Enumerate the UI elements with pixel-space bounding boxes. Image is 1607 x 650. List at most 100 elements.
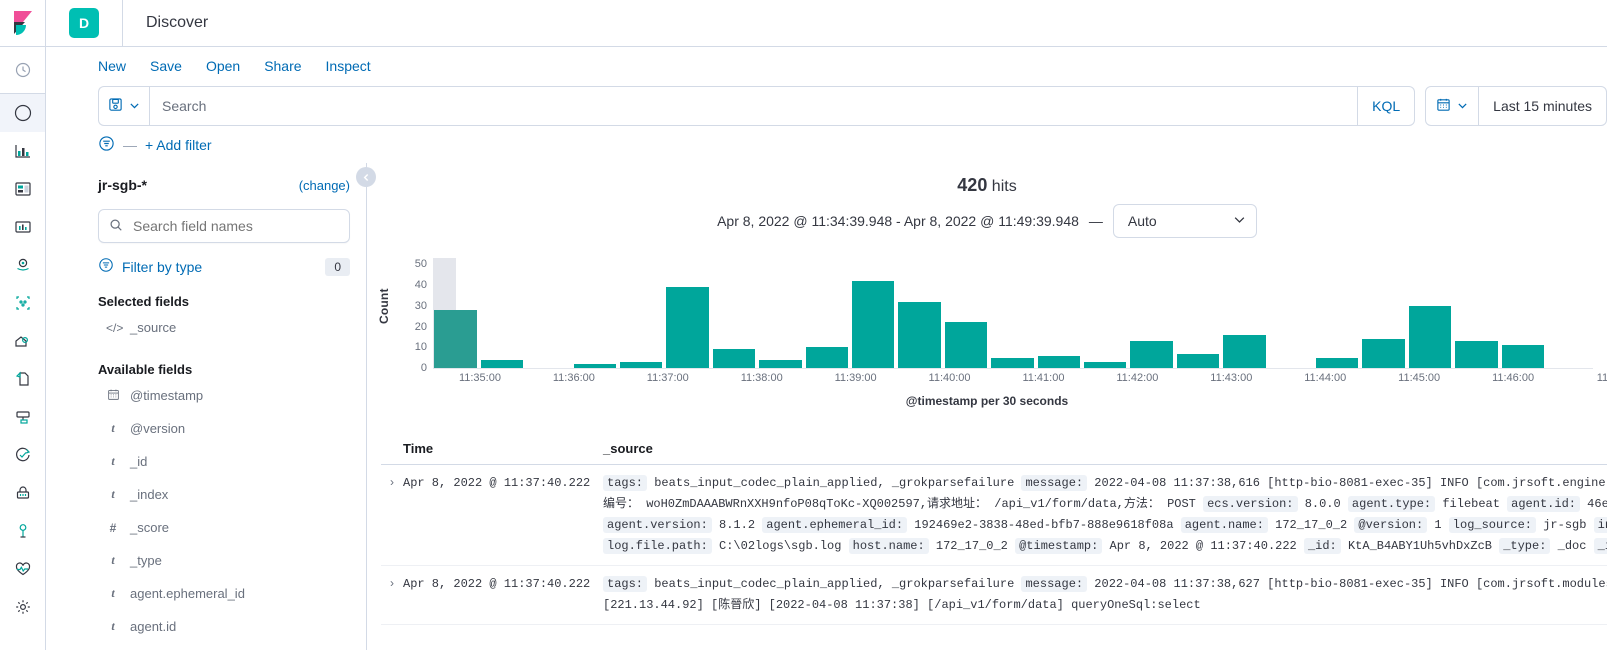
chart-bar[interactable]: [944, 322, 988, 368]
index-pattern-name[interactable]: jr-sgb-*: [98, 177, 147, 193]
sidebar-item-apm[interactable]: [0, 398, 45, 436]
chart-bar[interactable]: [851, 280, 895, 368]
source-field-key: host.name:: [848, 538, 929, 554]
date-quick-select-button[interactable]: [1426, 87, 1480, 125]
sidebar-item-uptime[interactable]: [0, 436, 45, 474]
field-item-timestamp[interactable]: @timestamp: [98, 379, 350, 412]
chart-plot-area: [433, 254, 1593, 369]
selected-fields-title: Selected fields: [98, 294, 190, 309]
app-badge: D: [69, 8, 99, 38]
chart-bar[interactable]: [1455, 341, 1498, 368]
histogram-chart[interactable]: Count 0 10 20 30 40 50 11:35:00 11:36:00 11:37:…: [367, 246, 1607, 431]
sidebar-item-logs[interactable]: [0, 360, 45, 398]
kibana-logo[interactable]: [0, 0, 45, 47]
app-header: D Discover: [46, 0, 1607, 47]
chart-bar[interactable]: [434, 309, 477, 368]
sidebar-item-dev-tools[interactable]: [0, 512, 45, 550]
field-item-source[interactable]: </> _source: [98, 311, 350, 344]
filter-by-type-row[interactable]: Filter by type 0: [98, 257, 350, 276]
table-row[interactable]: › Apr 8, 2022 @ 11:37:40.222 tags: beats_i…: [381, 566, 1607, 625]
action-open[interactable]: Open: [206, 58, 240, 74]
chart-bar[interactable]: [898, 301, 941, 368]
time-range-text: Apr 8, 2022 @ 11:34:39.948 - Apr 8, 2022…: [717, 213, 1079, 229]
source-field-key: agent.version:: [603, 517, 712, 533]
saved-query-button[interactable]: [98, 86, 149, 126]
chart-y-tick: 40: [414, 279, 427, 292]
chart-bar[interactable]: [480, 359, 524, 368]
field-item-agent-ephemeral-id[interactable]: t agent.ephemeral_id: [98, 577, 350, 610]
field-item-score[interactable]: # _score: [98, 511, 350, 544]
sidebar-item-visualize[interactable]: [0, 132, 45, 170]
source-field-key: @timestamp:: [1015, 538, 1103, 554]
source-field-key: agent.id:: [1507, 496, 1580, 512]
chart-bar[interactable]: [1501, 345, 1544, 368]
chart-x-ticks: 11:35:00 11:36:00 11:37:00 11:38:00 11:39:00…: [433, 372, 1607, 392]
field-label: agent.ephemeral_id: [130, 586, 245, 601]
action-inspect[interactable]: Inspect: [326, 58, 371, 74]
chart-bar[interactable]: [666, 287, 709, 368]
sidebar-item-management[interactable]: [0, 588, 45, 626]
collapse-sidebar-button[interactable]: [356, 167, 376, 187]
chart-bar[interactable]: [712, 349, 756, 368]
action-share[interactable]: Share: [264, 58, 301, 74]
chart-bar[interactable]: [1083, 361, 1127, 368]
source-field-value: 192469e2-3838-48ed-bfb7-888e9618f08a: [907, 518, 1181, 532]
field-label: @timestamp: [130, 388, 204, 403]
source-field-key: agent.type:: [1347, 496, 1436, 512]
chart-bar[interactable]: [805, 347, 848, 368]
field-item-id[interactable]: t _id: [98, 445, 350, 478]
sidebar-item-security[interactable]: [0, 474, 45, 512]
filter-icon[interactable]: [98, 135, 115, 155]
main-column: D Discover New Save Open Share Inspect S…: [46, 0, 1607, 650]
action-save[interactable]: Save: [150, 58, 182, 74]
action-new[interactable]: New: [98, 58, 126, 74]
field-search-box[interactable]: [98, 209, 350, 243]
row-time: Apr 8, 2022 @ 11:37:40.222: [403, 577, 591, 591]
field-search-input[interactable]: [131, 217, 339, 235]
source-field-value: 8.0.0: [1297, 497, 1348, 511]
sidebar-item-maps[interactable]: [0, 246, 45, 284]
source-field-value: [221.13.44.92] [陈晉欣] [2022-04-08 11:37:3…: [603, 598, 1201, 612]
query-language-button[interactable]: KQL: [1358, 86, 1416, 126]
chart-bar[interactable]: [1223, 334, 1266, 368]
string-field-icon: t: [111, 619, 115, 633]
add-filter-button[interactable]: + Add filter: [145, 137, 212, 153]
field-item-agent-id[interactable]: t agent.id: [98, 610, 350, 643]
chart-bar[interactable]: [1037, 355, 1080, 368]
chart-bar[interactable]: [1408, 305, 1452, 368]
field-item-version[interactable]: t @version: [98, 412, 350, 445]
sidebar-item-infrastructure[interactable]: [0, 322, 45, 360]
string-field-icon: t: [111, 586, 115, 600]
sidebar-item-machine-learning[interactable]: [0, 284, 45, 322]
field-item-index[interactable]: t _index: [98, 478, 350, 511]
date-range-display[interactable]: Last 15 minutes: [1479, 87, 1606, 125]
chart-x-tick: 11:35:00: [458, 372, 501, 384]
chart-bar[interactable]: [991, 357, 1034, 368]
expand-row-icon[interactable]: ›: [381, 574, 403, 616]
interval-select[interactable]: Auto: [1112, 204, 1257, 238]
sidebar-item-canvas[interactable]: [0, 208, 45, 246]
chart-bar[interactable]: [1176, 353, 1220, 368]
sidebar-item-monitoring[interactable]: [0, 550, 45, 588]
field-item-type[interactable]: t _type: [98, 544, 350, 577]
interval-value: Auto: [1127, 213, 1157, 229]
source-field-key: tags:: [603, 576, 648, 592]
save-icon: [108, 97, 123, 115]
expand-row-icon[interactable]: ›: [381, 473, 403, 557]
chart-bar[interactable]: [759, 359, 802, 368]
search-input[interactable]: Search: [149, 86, 1359, 126]
chart-bar[interactable]: [1315, 357, 1359, 368]
chart-bar[interactable]: [1362, 338, 1405, 368]
chart-bar[interactable]: [1130, 341, 1173, 368]
source-line: agent.version: 8.1.2 agent.ephemeral_id:…: [603, 515, 1607, 536]
chart-x-tick: 11:41:00: [1022, 372, 1065, 384]
recently-viewed-icon[interactable]: [0, 47, 45, 94]
sidebar-item-dashboard[interactable]: [0, 170, 45, 208]
sidebar-item-discover[interactable]: [0, 94, 45, 132]
chart-bar[interactable]: [619, 361, 663, 368]
chart-y-tick: 0: [420, 362, 427, 374]
change-index-pattern-link[interactable]: (change): [299, 178, 350, 193]
table-row[interactable]: › Apr 8, 2022 @ 11:37:40.222 tags: beats_i…: [381, 465, 1607, 566]
chart-bar[interactable]: [573, 363, 616, 368]
chart-x-tick: 11:45:00: [1398, 372, 1441, 384]
